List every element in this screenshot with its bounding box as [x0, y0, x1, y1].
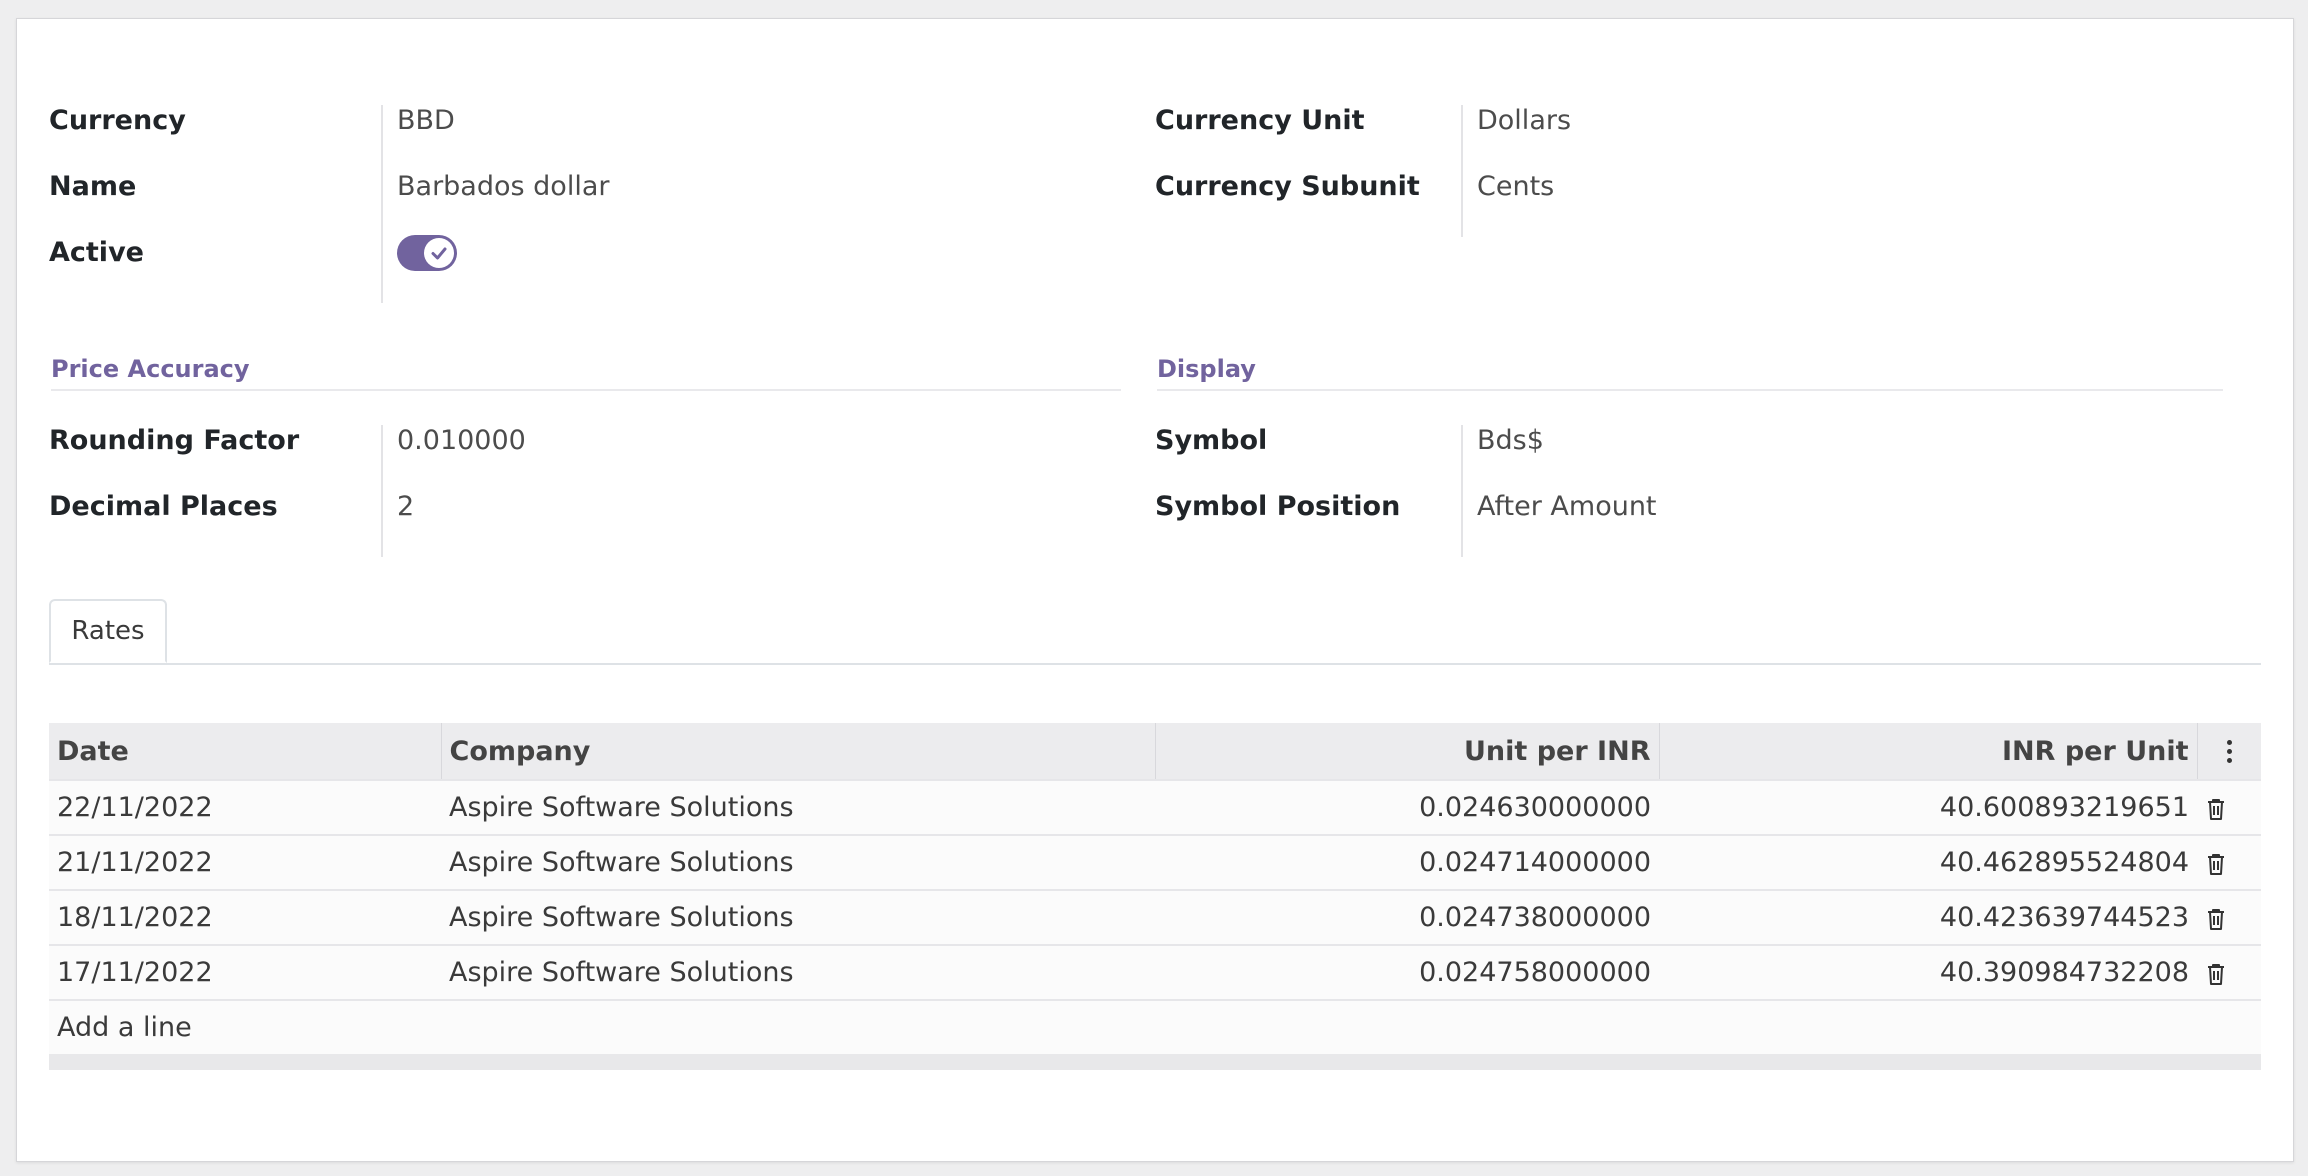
delete-cell: [2197, 779, 2261, 835]
decimal-places-label: Decimal Places: [49, 491, 278, 522]
table-header-row: Date Company Unit per INR INR per Unit: [49, 723, 2261, 780]
currency-unit-field: Currency Unit Dollars: [1155, 89, 2255, 155]
rate-company[interactable]: Aspire Software Solutions: [441, 944, 1155, 1000]
rounding-factor-field: Rounding Factor 0.010000: [49, 409, 1129, 475]
delete-cell: [2197, 834, 2261, 890]
currency-subunit-label: Currency Subunit: [1155, 171, 1420, 202]
currency-value[interactable]: BBD: [397, 105, 455, 136]
active-toggle[interactable]: [397, 235, 457, 271]
symbol-position-value[interactable]: After Amount: [1477, 491, 1657, 522]
rate-inr-per-unit[interactable]: 40.600893219651: [1659, 779, 2197, 835]
rate-inr-per-unit[interactable]: 40.462895524804: [1659, 834, 2197, 890]
decimal-places-value[interactable]: 2: [397, 491, 414, 522]
trash-icon[interactable]: [2205, 797, 2227, 821]
currency-unit-label: Currency Unit: [1155, 105, 1365, 136]
symbol-value[interactable]: Bds$: [1477, 425, 1544, 456]
column-header-inr-per-unit[interactable]: INR per Unit: [1659, 723, 2198, 780]
display-group: Symbol Bds$ Symbol Position After Amount: [1155, 409, 2255, 557]
table-row[interactable]: 22/11/2022 Aspire Software Solutions 0.0…: [49, 779, 2261, 835]
column-header-date[interactable]: Date: [49, 723, 442, 780]
check-icon: [431, 247, 447, 260]
column-header-unit-per-inr[interactable]: Unit per INR: [1155, 723, 1660, 780]
table-row[interactable]: 18/11/2022 Aspire Software Solutions 0.0…: [49, 889, 2261, 945]
rates-table: Date Company Unit per INR INR per Unit 2…: [49, 723, 2261, 1054]
rate-company[interactable]: Aspire Software Solutions: [441, 834, 1155, 890]
rate-date[interactable]: 21/11/2022: [49, 834, 441, 890]
rounding-factor-value[interactable]: 0.010000: [397, 425, 526, 456]
delete-cell: [2197, 889, 2261, 945]
trash-icon[interactable]: [2205, 907, 2227, 931]
rate-date[interactable]: 18/11/2022: [49, 889, 441, 945]
tab-rates[interactable]: Rates: [49, 599, 167, 663]
currency-field: Currency BBD: [49, 89, 1129, 155]
add-line-link[interactable]: Add a line: [49, 999, 2261, 1054]
rate-company[interactable]: Aspire Software Solutions: [441, 889, 1155, 945]
currency-label: Currency: [49, 105, 186, 136]
name-field: Name Barbados dollar: [49, 155, 1129, 221]
rate-inr-per-unit[interactable]: 40.423639744523: [1659, 889, 2197, 945]
rate-inr-per-unit[interactable]: 40.390984732208: [1659, 944, 2197, 1000]
trash-icon[interactable]: [2205, 852, 2227, 876]
rate-unit-per-inr[interactable]: 0.024738000000: [1155, 889, 1659, 945]
price-accuracy-title: Price Accuracy: [51, 355, 1121, 391]
table-footer: [49, 1054, 2261, 1070]
display-title: Display: [1157, 355, 2223, 391]
symbol-position-field: Symbol Position After Amount: [1155, 475, 2255, 541]
column-header-company[interactable]: Company: [441, 723, 1156, 780]
optional-columns-toggle[interactable]: [2197, 723, 2261, 780]
rate-unit-per-inr[interactable]: 0.024630000000: [1155, 779, 1659, 835]
rate-unit-per-inr[interactable]: 0.024714000000: [1155, 834, 1659, 890]
symbol-position-label: Symbol Position: [1155, 491, 1401, 522]
name-label: Name: [49, 171, 137, 202]
main-group-right: Currency Unit Dollars Currency Subunit C…: [1155, 89, 2255, 237]
active-field: Active: [49, 221, 1129, 287]
currency-subunit-value[interactable]: Cents: [1477, 171, 1554, 202]
rate-company[interactable]: Aspire Software Solutions: [441, 779, 1155, 835]
table-row[interactable]: 21/11/2022 Aspire Software Solutions 0.0…: [49, 834, 2261, 890]
rate-unit-per-inr[interactable]: 0.024758000000: [1155, 944, 1659, 1000]
delete-cell: [2197, 944, 2261, 1000]
rate-date[interactable]: 22/11/2022: [49, 779, 441, 835]
active-label: Active: [49, 237, 144, 268]
price-accuracy-group: Rounding Factor 0.010000 Decimal Places …: [49, 409, 1129, 557]
form-sheet: Currency BBD Name Barbados dollar Active…: [16, 18, 2294, 1162]
currency-subunit-field: Currency Subunit Cents: [1155, 155, 2255, 221]
name-value[interactable]: Barbados dollar: [397, 171, 609, 202]
table-row[interactable]: 17/11/2022 Aspire Software Solutions 0.0…: [49, 944, 2261, 1000]
symbol-field: Symbol Bds$: [1155, 409, 2255, 475]
trash-icon[interactable]: [2205, 962, 2227, 986]
rounding-factor-label: Rounding Factor: [49, 425, 300, 456]
currency-unit-value[interactable]: Dollars: [1477, 105, 1571, 136]
toggle-knob: [424, 238, 454, 268]
decimal-places-field: Decimal Places 2: [49, 475, 1129, 541]
rate-date[interactable]: 17/11/2022: [49, 944, 441, 1000]
notebook-tabs: Rates: [49, 579, 2261, 665]
main-group-left: Currency BBD Name Barbados dollar Active: [49, 89, 1129, 303]
add-line-row: Add a line: [49, 999, 2261, 1054]
kebab-menu-icon[interactable]: [2206, 723, 2254, 779]
symbol-label: Symbol: [1155, 425, 1268, 456]
